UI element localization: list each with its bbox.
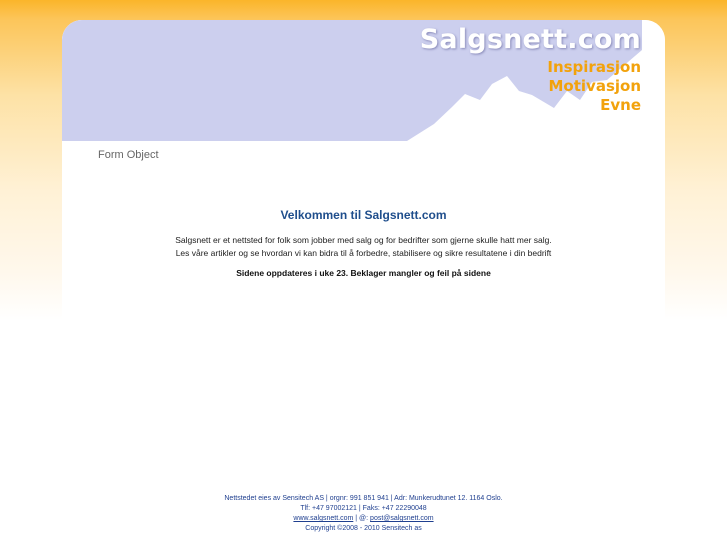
intro-text: Salgsnett er et nettsted for folk som jo… — [62, 234, 665, 260]
form-object-placeholder[interactable]: Form Object — [98, 149, 159, 161]
tagline-evne: Evne — [600, 96, 641, 114]
footer-company-info: Nettstedet eies av Sensitech AS | orgnr:… — [224, 495, 503, 502]
update-notice: Sidene oppdateres i uke 23. Beklager man… — [236, 268, 491, 278]
footer-links: www.salgsnett.com | @: post@salgsnett.co… — [0, 514, 727, 524]
site-logo[interactable]: Salgsnett.com — [420, 24, 641, 55]
intro-line-1: Salgsnett er et nettsted for folk som jo… — [175, 235, 552, 245]
website-link[interactable]: www.salgsnett.com — [293, 515, 353, 522]
intro-line-2: Les våre artikler og se hvordan vi kan b… — [175, 248, 552, 258]
footer-copyright: Copyright ©2008 - 2010 Sensitech as — [305, 525, 422, 532]
page-title: Velkommen til Salgsnett.com — [280, 208, 447, 222]
tagline-motivasjon: Motivasjon — [548, 77, 642, 95]
content-card: Salgsnett.com Inspirasjon Motivasjon Evn… — [62, 20, 665, 320]
footer-contact-phone: Tlf: +47 97002121 | Faks: +47 22290048 — [300, 505, 427, 512]
footer-separator: | @: — [353, 515, 371, 522]
footer: Nettstedet eies av Sensitech AS | orgnr:… — [0, 494, 727, 534]
email-link[interactable]: post@salgsnett.com — [370, 515, 434, 522]
tagline-inspirasjon: Inspirasjon — [547, 58, 641, 76]
